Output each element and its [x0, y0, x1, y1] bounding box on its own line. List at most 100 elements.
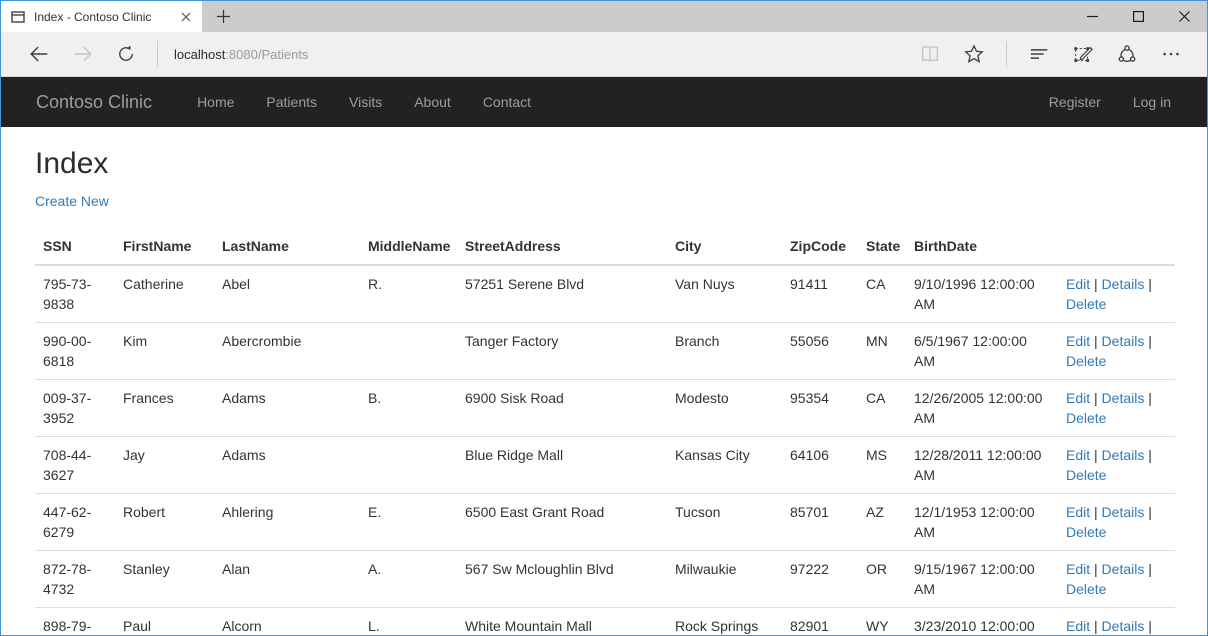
navbar-links: HomePatientsVisitsAboutContact	[181, 79, 547, 125]
tab-strip: Index - Contoso Clinic	[1, 1, 1207, 32]
nav-item-about[interactable]: About	[398, 79, 467, 125]
cell-city: Milwaukie	[667, 551, 782, 608]
create-new-link[interactable]: Create New	[35, 193, 109, 209]
page-title: Index	[35, 147, 1173, 181]
toolbar-divider	[1006, 41, 1007, 67]
cell-actions: Edit | Details | Delete	[1058, 494, 1175, 551]
delete-link[interactable]: Delete	[1066, 581, 1106, 597]
delete-link[interactable]: Delete	[1066, 524, 1106, 540]
page-content: Index Create New SSNFirstNameLastNameMid…	[1, 127, 1207, 635]
cell-city: Modesto	[667, 380, 782, 437]
cell-last-name: Abercrombie	[214, 323, 360, 380]
hub-icon[interactable]	[1028, 43, 1050, 65]
maximize-button[interactable]	[1115, 1, 1161, 32]
browser-tab[interactable]: Index - Contoso Clinic	[1, 1, 202, 32]
url-text[interactable]: localhost:8080/Patients	[174, 47, 308, 62]
cell-state: WY	[858, 608, 906, 635]
edit-link[interactable]: Edit	[1066, 447, 1090, 463]
cell-ssn: 990-00-6818	[35, 323, 115, 380]
reading-view-icon[interactable]	[919, 43, 941, 65]
delete-link[interactable]: Delete	[1066, 410, 1106, 426]
favorites-star-icon[interactable]	[963, 43, 985, 65]
forward-icon[interactable]	[72, 43, 94, 65]
delete-link[interactable]: Delete	[1066, 296, 1106, 312]
nav-item-patients[interactable]: Patients	[250, 79, 333, 125]
web-note-icon[interactable]	[1072, 43, 1094, 65]
edit-link[interactable]: Edit	[1066, 390, 1090, 406]
cell-state: CA	[858, 380, 906, 437]
nav-item-visits[interactable]: Visits	[333, 79, 398, 125]
new-tab-button[interactable]	[202, 1, 245, 32]
table-body: 795-73-9838CatherineAbelR.57251 Serene B…	[35, 265, 1175, 635]
tab-title: Index - Contoso Clinic	[34, 10, 172, 24]
details-link[interactable]: Details	[1102, 561, 1145, 577]
cell-last-name: Ahlering	[214, 494, 360, 551]
table-row: 990-00-6818KimAbercrombieTanger FactoryB…	[35, 323, 1175, 380]
address-bar: localhost:8080/Patients	[1, 32, 1207, 77]
cell-first-name: Catherine	[115, 265, 214, 323]
site-navbar: Contoso Clinic HomePatientsVisitsAboutCo…	[1, 77, 1207, 127]
nav-item-contact[interactable]: Contact	[467, 79, 547, 125]
cell-street-address: White Mountain Mall	[457, 608, 667, 635]
minimize-button[interactable]	[1069, 1, 1115, 32]
cell-birth-date: 3/23/2010 12:00:00 AM	[906, 608, 1058, 635]
details-link[interactable]: Details	[1102, 447, 1145, 463]
cell-middle-name: R.	[360, 265, 457, 323]
cell-middle-name: B.	[360, 380, 457, 437]
cell-ssn: 795-73-9838	[35, 265, 115, 323]
cell-city: Van Nuys	[667, 265, 782, 323]
more-icon[interactable]	[1160, 43, 1182, 65]
col-header-state: State	[858, 228, 906, 265]
cell-street-address: Tanger Factory	[457, 323, 667, 380]
cell-state: MN	[858, 323, 906, 380]
url-host: localhost	[174, 47, 225, 62]
col-header-birthdate: BirthDate	[906, 228, 1058, 265]
details-link[interactable]: Details	[1102, 276, 1145, 292]
cell-middle-name: A.	[360, 551, 457, 608]
cell-street-address: 57251 Serene Blvd	[457, 265, 667, 323]
brand-link[interactable]: Contoso Clinic	[21, 92, 167, 113]
cell-city: Tucson	[667, 494, 782, 551]
nav-item-register[interactable]: Register	[1033, 79, 1117, 125]
refresh-icon[interactable]	[116, 44, 136, 64]
cell-birth-date: 6/5/1967 12:00:00 AM	[906, 323, 1058, 380]
details-link[interactable]: Details	[1102, 504, 1145, 520]
close-button[interactable]	[1161, 1, 1207, 32]
delete-link[interactable]: Delete	[1066, 467, 1106, 483]
col-header-streetaddress: StreetAddress	[457, 228, 667, 265]
cell-zip-code: 64106	[782, 437, 858, 494]
cell-state: OR	[858, 551, 906, 608]
details-link[interactable]: Details	[1102, 390, 1145, 406]
tab-close-icon[interactable]	[178, 9, 194, 25]
details-link[interactable]: Details	[1102, 618, 1145, 634]
edit-link[interactable]: Edit	[1066, 276, 1090, 292]
edit-link[interactable]: Edit	[1066, 504, 1090, 520]
col-header-ssn: SSN	[35, 228, 115, 265]
share-icon[interactable]	[1116, 43, 1138, 65]
cell-last-name: Abel	[214, 265, 360, 323]
cell-street-address: 567 Sw Mcloughlin Blvd	[457, 551, 667, 608]
edit-link[interactable]: Edit	[1066, 333, 1090, 349]
browser-window: Index - Contoso Clinic	[0, 0, 1208, 636]
cell-birth-date: 12/1/1953 12:00:00 AM	[906, 494, 1058, 551]
cell-zip-code: 95354	[782, 380, 858, 437]
details-link[interactable]: Details	[1102, 333, 1145, 349]
delete-link[interactable]: Delete	[1066, 353, 1106, 369]
cell-street-address: 6500 East Grant Road	[457, 494, 667, 551]
back-icon[interactable]	[28, 43, 50, 65]
cell-actions: Edit | Details | Delete	[1058, 437, 1175, 494]
table-row: 795-73-9838CatherineAbelR.57251 Serene B…	[35, 265, 1175, 323]
cell-zip-code: 85701	[782, 494, 858, 551]
nav-item-log-in[interactable]: Log in	[1117, 79, 1187, 125]
edit-link[interactable]: Edit	[1066, 618, 1090, 634]
col-header-firstname: FirstName	[115, 228, 214, 265]
navbar-right-links: RegisterLog in	[1033, 79, 1187, 125]
nav-item-home[interactable]: Home	[181, 79, 250, 125]
col-header-city: City	[667, 228, 782, 265]
cell-middle-name	[360, 323, 457, 380]
edit-link[interactable]: Edit	[1066, 561, 1090, 577]
cell-first-name: Robert	[115, 494, 214, 551]
cell-city: Rock Springs	[667, 608, 782, 635]
cell-zip-code: 91411	[782, 265, 858, 323]
cell-middle-name: E.	[360, 494, 457, 551]
